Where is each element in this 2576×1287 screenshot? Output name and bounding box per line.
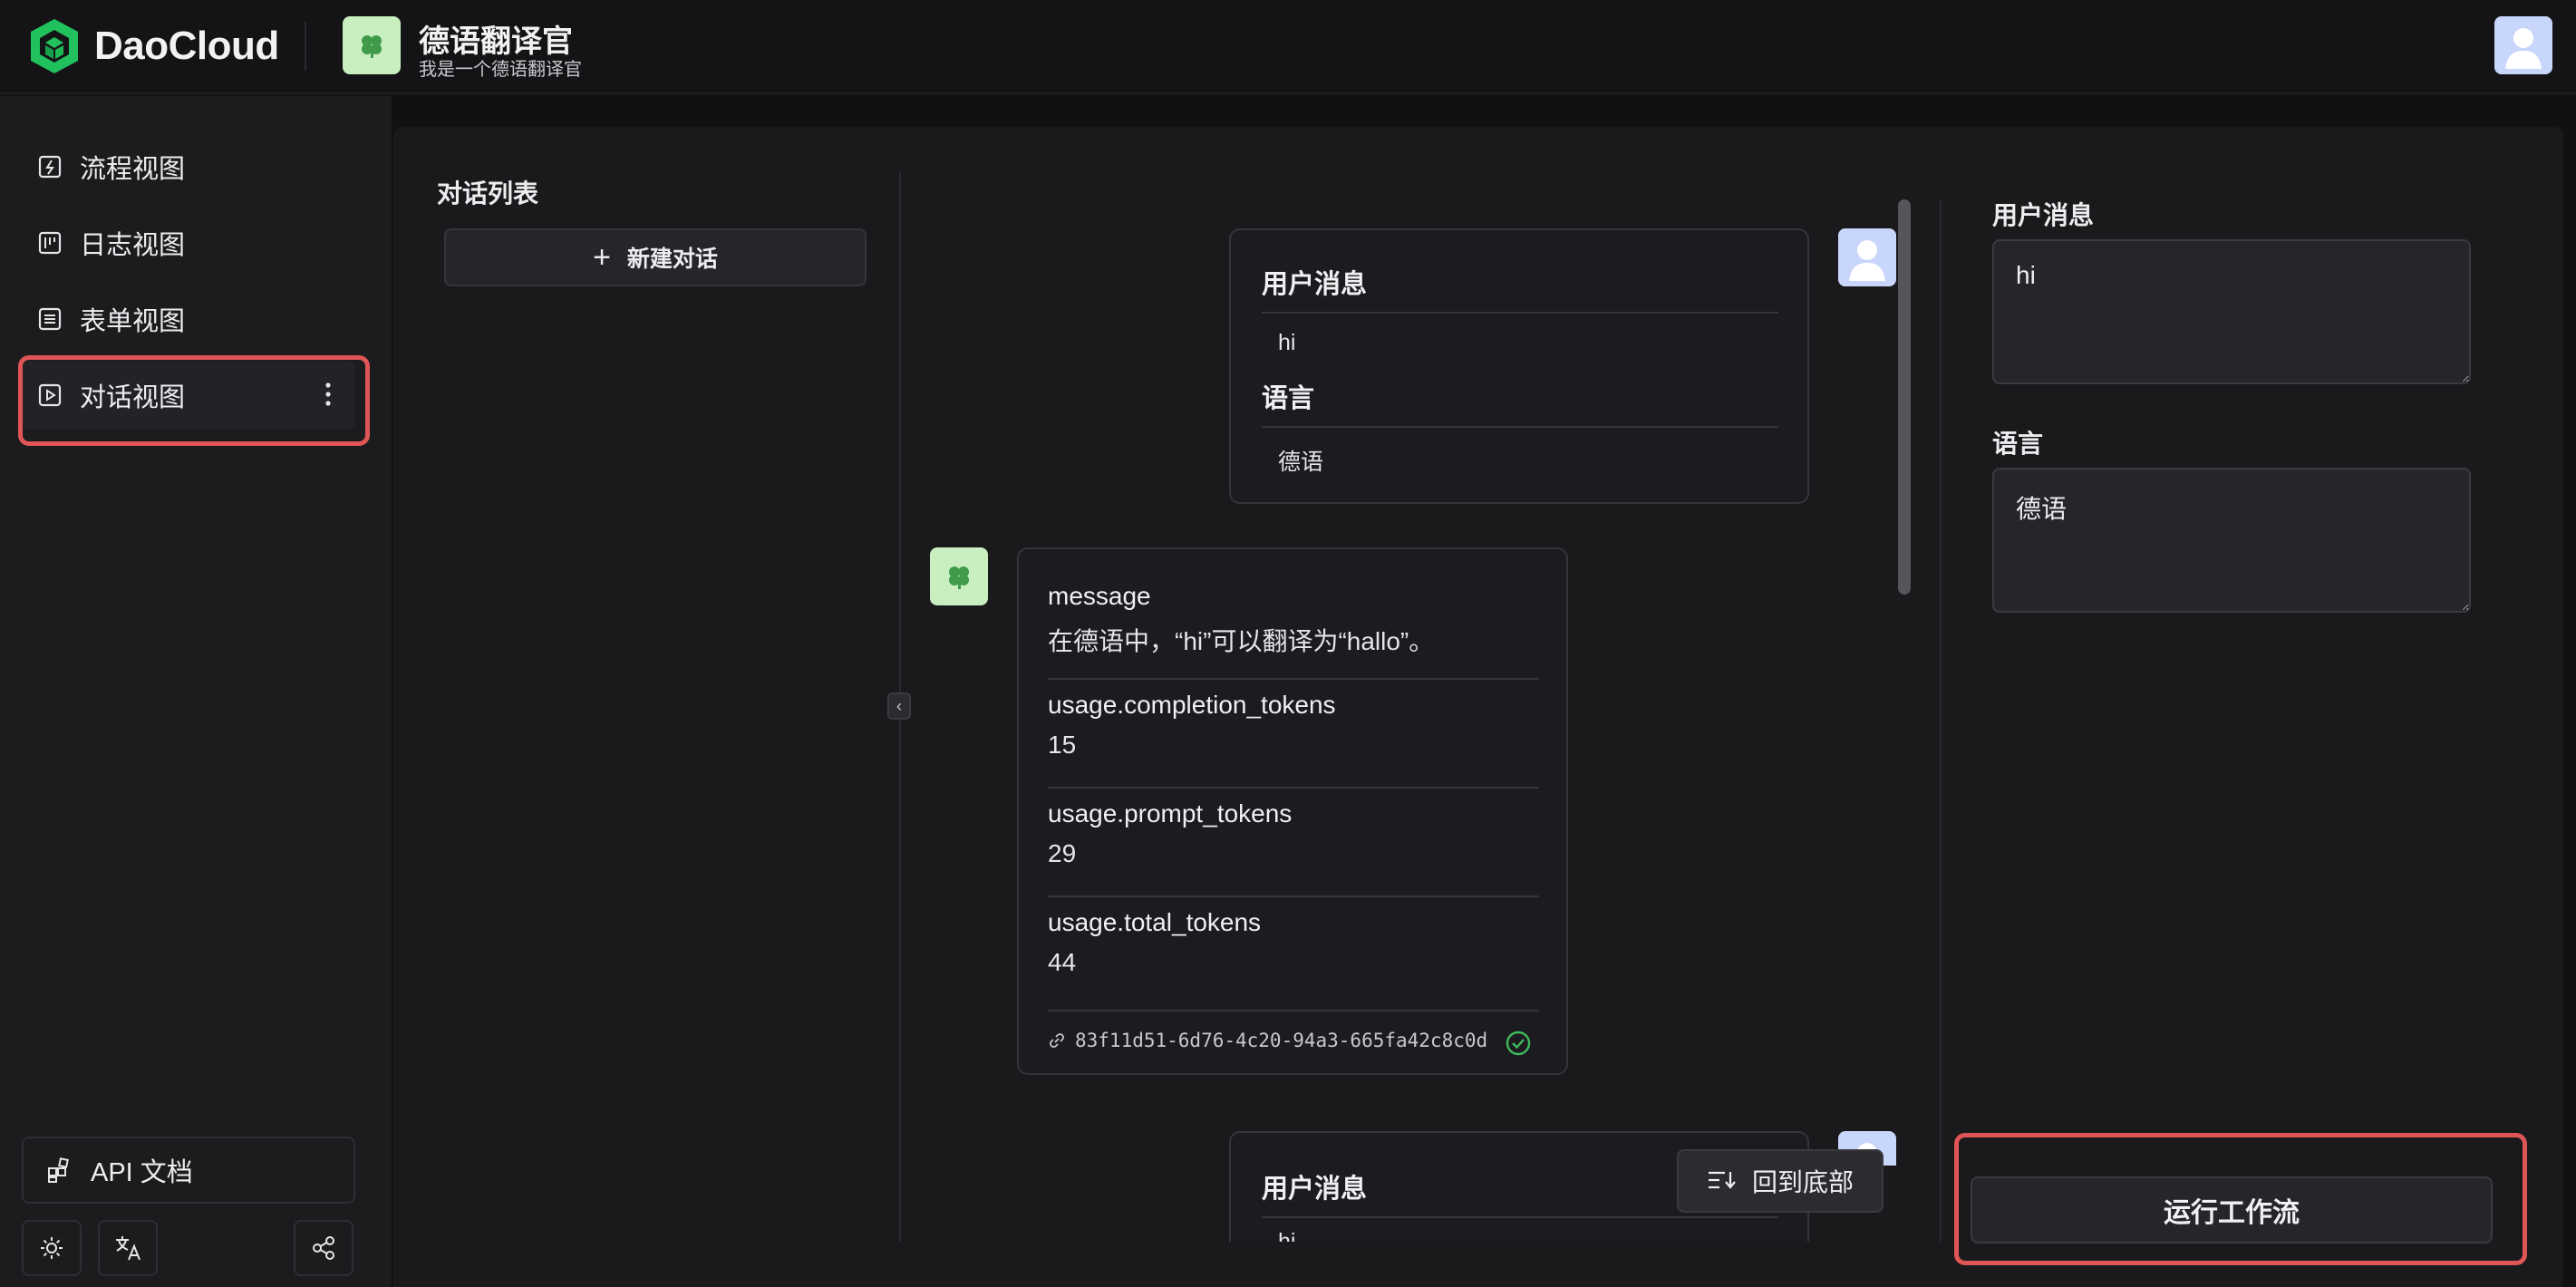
form-icon [38,307,62,331]
daocloud-logo[interactable]: DaoCloud [27,16,279,76]
divider [1262,312,1778,314]
user-avatar-icon [2494,16,2552,74]
language-input[interactable]: 德语 [1992,468,2471,613]
panel-divider-right [1940,199,1942,1242]
app-description: 我是一个德语翻译官 [419,60,582,80]
user-message-label: 用户消息 [1992,201,2095,229]
divider [1048,678,1539,680]
sidebar: 流程视图 日志视图 表单视图 对话视图 API 文档 [0,96,392,1287]
share-icon [313,1236,334,1260]
message-key: message [1048,582,1151,610]
user-avatar-icon [1838,228,1896,286]
sidebar-item-flow-view[interactable]: 流程视图 [22,132,355,201]
prompt-tokens-value: 29 [1048,839,1077,867]
user-message-heading: 用户消息 [1262,1175,1368,1204]
header-divider [305,22,306,71]
language-heading: 语言 [1262,384,1315,413]
divider [1048,787,1539,789]
completion-tokens-value: 15 [1048,731,1077,759]
divider [1262,426,1778,428]
translate-icon [116,1236,140,1261]
clover-icon [362,35,382,58]
message-value: 在德语中，“hi”可以翻译为“hallo”。 [1048,627,1435,655]
clover-icon [949,566,969,589]
total-tokens-value: 44 [1048,948,1077,976]
active-item-highlight [18,355,370,446]
theme-toggle-button[interactable] [22,1220,82,1276]
api-docs-button[interactable]: API 文档 [22,1137,355,1204]
bot-response-card: message 在德语中，“hi”可以翻译为“hallo”。 usage.com… [1017,547,1568,1075]
sidebar-item-log-view[interactable]: 日志视图 [22,208,355,277]
user-message-value: hi [1278,1229,1296,1242]
divider [1048,1010,1539,1011]
total-tokens-key: usage.total_tokens [1048,908,1262,936]
user-message-heading: 用户消息 [1262,270,1368,299]
daocloud-logo-icon [31,19,78,73]
api-docs-label: API 文档 [91,1158,193,1187]
back-to-bottom-label: 回到底部 [1751,1168,1854,1196]
sun-icon [41,1237,63,1259]
user-message-input[interactable]: hi [1992,239,2471,384]
new-conversation-label: 新建对话 [626,247,718,272]
app-icon [343,16,401,74]
run-id[interactable]: 83f11d51-6d76-4c20-94a3-665fa42c8c0d [1048,1030,1487,1051]
user-avatar[interactable] [2494,16,2552,74]
new-conversation-button[interactable]: + 新建对话 [444,228,867,286]
divider [1048,895,1539,897]
conversation-list-title: 对话列表 [437,179,539,208]
brand-name: DaoCloud [94,24,279,68]
user-message-card: 用户消息 hi 语言 德语 [1229,228,1809,504]
success-check-icon [1506,1031,1531,1056]
sidebar-item-form-view[interactable]: 表单视图 [22,285,355,353]
completion-tokens-key: usage.completion_tokens [1048,691,1336,719]
plus-icon: + [593,240,611,275]
collapse-sidebar-button[interactable]: ‹ [887,692,911,720]
share-button[interactable] [294,1220,353,1276]
scroll-to-bottom-icon [1708,1171,1736,1189]
prompt-tokens-key: usage.prompt_tokens [1048,799,1293,827]
chat-scrollbar[interactable] [1898,199,1911,595]
language-value: 德语 [1278,450,1324,475]
sidebar-item-label: 日志视图 [80,231,186,260]
language-label: 语言 [1992,430,2044,458]
back-to-bottom-button[interactable]: 回到底部 [1677,1149,1884,1213]
sidebar-item-label: 流程视图 [80,155,186,184]
link-icon [1050,1033,1064,1048]
user-avatar [1838,228,1896,286]
divider [1262,1216,1778,1218]
user-message-value: hi [1278,330,1296,355]
chevron-left-icon: ‹ [896,696,902,715]
bot-avatar [930,547,988,605]
run-id-value: 83f11d51-6d76-4c20-94a3-665fa42c8c0d [1075,1030,1488,1051]
language-toggle-button[interactable] [98,1220,158,1276]
run-workflow-label: 运行工作流 [2164,1198,2300,1228]
sidebar-item-label: 表单视图 [80,307,186,336]
api-docs-icon [48,1157,69,1183]
flow-icon [38,155,62,179]
run-workflow-button[interactable]: 运行工作流 [1971,1176,2493,1243]
log-icon [38,231,62,255]
top-header: DaoCloud 德语翻译官 我是一个德语翻译官 [0,0,2576,94]
